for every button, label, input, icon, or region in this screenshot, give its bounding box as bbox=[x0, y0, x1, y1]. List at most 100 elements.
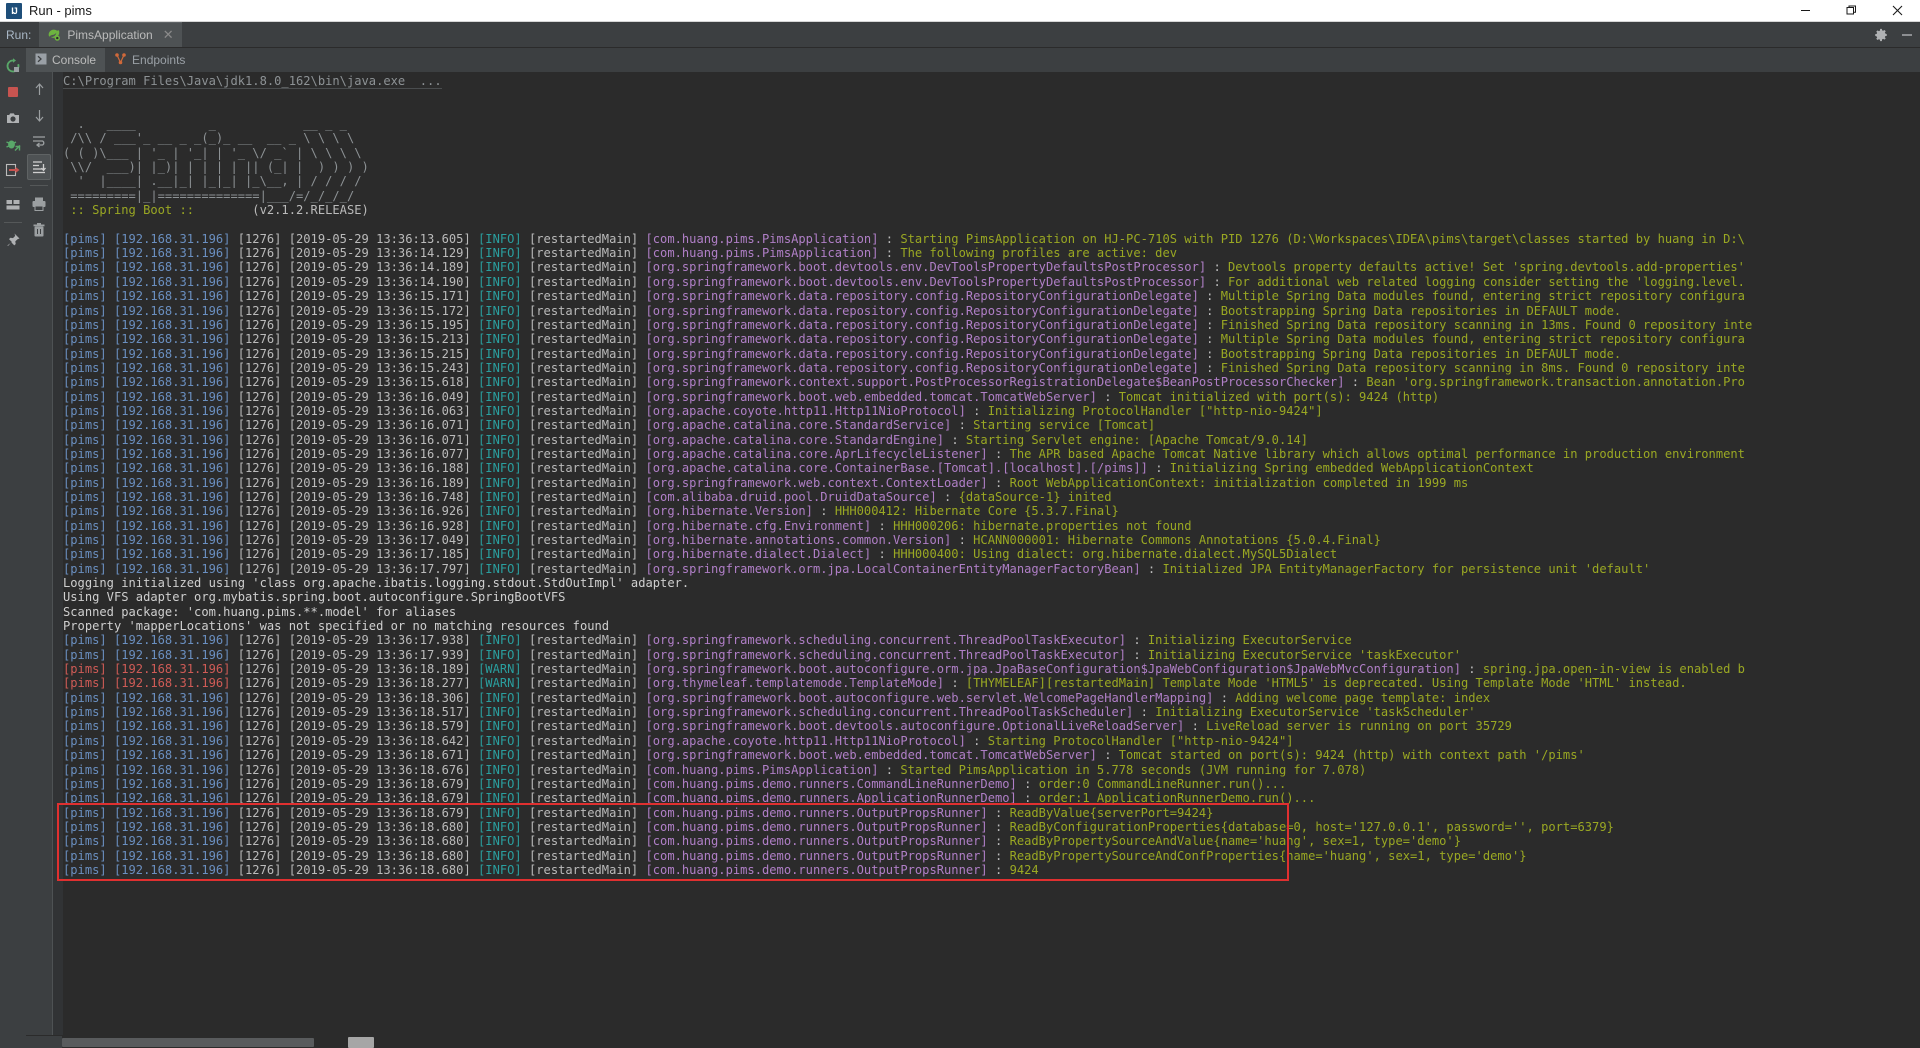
console-log-line: [pims] [192.168.31.196] [1276] [2019-05-… bbox=[63, 274, 1745, 289]
console-line: Scanned package: 'com.huang.pims.**.mode… bbox=[63, 604, 457, 619]
console-line: Logging initialized using 'class org.apa… bbox=[63, 576, 690, 591]
console-log-line: [pims] [192.168.31.196] [1276] [2019-05-… bbox=[63, 303, 1622, 318]
console-log-line: [pims] [192.168.31.196] [1276] [2019-05-… bbox=[63, 547, 1338, 562]
resume-program-icon[interactable] bbox=[0, 157, 26, 183]
console-log-line: [pims] [192.168.31.196] [1276] [2019-05-… bbox=[63, 834, 1461, 849]
console-banner-footer: :: Spring Boot :: (v2.1.2.RELEASE) bbox=[63, 203, 369, 218]
tab-console[interactable]: Console bbox=[26, 48, 106, 72]
console-log-line: [pims] [192.168.31.196] [1276] [2019-05-… bbox=[63, 805, 1214, 820]
arrow-down-icon[interactable] bbox=[27, 102, 51, 128]
intellij-idea-icon: IJ bbox=[6, 2, 22, 19]
console-icon bbox=[35, 53, 47, 68]
console-log-line: [pims] [192.168.31.196] [1276] [2019-05-… bbox=[63, 389, 1440, 404]
console-line: \\/ ___)| |_)| | | | | || (_| | ) ) ) ) bbox=[63, 160, 369, 175]
console-log-line: [pims] [192.168.31.196] [1276] [2019-05-… bbox=[63, 375, 1745, 390]
close-icon[interactable]: ✕ bbox=[159, 27, 174, 43]
console-text[interactable]: C:\Program Files\Java\jdk1.8.0_162\bin\j… bbox=[63, 72, 1920, 1035]
pin-icon[interactable] bbox=[0, 227, 26, 253]
console-log-line: [pims] [192.168.31.196] [1276] [2019-05-… bbox=[63, 332, 1745, 347]
scroll-to-end-icon[interactable] bbox=[27, 154, 51, 180]
console-column: Console Endpoints C:\Program Files\Java\… bbox=[26, 48, 1920, 1048]
console-log-line: [pims] [192.168.31.196] [1276] [2019-05-… bbox=[63, 662, 1745, 677]
tab-console-label: Console bbox=[52, 53, 97, 67]
toolbar-divider-2 bbox=[4, 222, 22, 223]
run-tool-window-body: Console Endpoints C:\Program Files\Java\… bbox=[0, 48, 1920, 1048]
tab-endpoints[interactable]: Endpoints bbox=[105, 48, 194, 72]
console-log-line: [pims] [192.168.31.196] [1276] [2019-05-… bbox=[63, 705, 1476, 720]
console-line: Using VFS adapter org.mybatis.spring.boo… bbox=[63, 590, 566, 605]
camera-icon[interactable] bbox=[0, 105, 26, 131]
console-log-line: [pims] [192.168.31.196] [1276] [2019-05-… bbox=[63, 776, 1287, 791]
run-actions-toolbar bbox=[0, 48, 26, 1048]
window-close-button[interactable] bbox=[1874, 0, 1920, 22]
console-line: . ____ _ __ _ _ bbox=[63, 117, 347, 132]
window-minimize-button[interactable] bbox=[1782, 0, 1828, 22]
layout-panels-icon[interactable] bbox=[0, 192, 26, 218]
tab-endpoints-label: Endpoints bbox=[132, 53, 186, 67]
scrollbar-thumb-secondary[interactable] bbox=[348, 1037, 374, 1048]
console-log-line: [pims] [192.168.31.196] [1276] [2019-05-… bbox=[63, 504, 1119, 519]
console-log-line: [pims] [192.168.31.196] [1276] [2019-05-… bbox=[63, 848, 1527, 863]
console-log-line: [pims] [192.168.31.196] [1276] [2019-05-… bbox=[63, 791, 1316, 806]
run-bar-spacer bbox=[182, 22, 1868, 47]
window-maximize-button[interactable] bbox=[1828, 0, 1874, 22]
console-side-toolbar bbox=[26, 72, 52, 1035]
horizontal-scrollbar[interactable] bbox=[26, 1035, 1920, 1048]
hide-tool-window-icon[interactable] bbox=[1894, 22, 1920, 47]
console-log-line: [pims] [192.168.31.196] [1276] [2019-05-… bbox=[63, 418, 1156, 433]
console-line: =========|_|==============|___/=/_/_/_/ bbox=[63, 188, 355, 203]
console-log-line: [pims] [192.168.31.196] [1276] [2019-05-… bbox=[63, 446, 1745, 461]
endpoints-icon bbox=[114, 52, 127, 68]
trash-icon[interactable] bbox=[27, 217, 51, 243]
console-log-line: [pims] [192.168.31.196] [1276] [2019-05-… bbox=[63, 346, 1622, 361]
console-line: ( ( )\___ | '_ | '_| | '_ \/ _` | \ \ \ … bbox=[63, 145, 362, 160]
console-line: ' |____| .__|_| |_|_| |_\__, | / / / / bbox=[63, 174, 362, 189]
console-log-line: [pims] [192.168.31.196] [1276] [2019-05-… bbox=[63, 690, 1491, 705]
console-log-line: [pims] [192.168.31.196] [1276] [2019-05-… bbox=[63, 403, 1323, 418]
console-command-line: C:\Program Files\Java\jdk1.8.0_162\bin\j… bbox=[63, 74, 442, 90]
console-line: /\\ / ___'_ __ _ _(_)_ __ __ _ \ \ \ \ bbox=[63, 131, 355, 146]
console-log-line: [pims] [192.168.31.196] [1276] [2019-05-… bbox=[63, 432, 1309, 447]
run-label: Run: bbox=[6, 27, 32, 42]
rerun-button[interactable] bbox=[0, 53, 26, 79]
console-log-line: [pims] [192.168.31.196] [1276] [2019-05-… bbox=[63, 489, 1112, 504]
printer-icon[interactable] bbox=[27, 191, 51, 217]
console-log-line: [pims] [192.168.31.196] [1276] [2019-05-… bbox=[63, 317, 1753, 332]
console-log-line: [pims] [192.168.31.196] [1276] [2019-05-… bbox=[63, 862, 1039, 877]
console-log-line: [pims] [192.168.31.196] [1276] [2019-05-… bbox=[63, 819, 1614, 834]
console-log-line: [pims] [192.168.31.196] [1276] [2019-05-… bbox=[63, 676, 1687, 691]
debug-attach-icon[interactable] bbox=[0, 131, 26, 157]
console-log-line: [pims] [192.168.31.196] [1276] [2019-05-… bbox=[63, 461, 1534, 476]
console-log-line: [pims] [192.168.31.196] [1276] [2019-05-… bbox=[63, 475, 1469, 490]
console-log-line: [pims] [192.168.31.196] [1276] [2019-05-… bbox=[63, 533, 1381, 547]
window-title: Run - pims bbox=[29, 3, 92, 18]
gear-icon[interactable] bbox=[1868, 22, 1894, 47]
console-tab-strip: Console Endpoints bbox=[26, 48, 1920, 72]
console-body: C:\Program Files\Java\jdk1.8.0_162\bin\j… bbox=[26, 72, 1920, 1035]
console-output-area[interactable]: C:\Program Files\Java\jdk1.8.0_162\bin\j… bbox=[52, 72, 1920, 1035]
console-log-line: [pims] [192.168.31.196] [1276] [2019-05-… bbox=[63, 748, 1585, 763]
console-line: Property 'mapperLocations' was not speci… bbox=[63, 619, 610, 634]
console-log-line: [pims] [192.168.31.196] [1276] [2019-05-… bbox=[63, 518, 1192, 533]
console-log-line: [pims] [192.168.31.196] [1276] [2019-05-… bbox=[63, 260, 1745, 275]
window-title-bar: IJ Run - pims bbox=[0, 0, 1920, 22]
console-gutter bbox=[53, 72, 63, 1035]
console-log-line: [pims] [192.168.31.196] [1276] [2019-05-… bbox=[63, 719, 1512, 734]
side-toolbar-divider bbox=[30, 185, 48, 186]
console-log-line: [pims] [192.168.31.196] [1276] [2019-05-… bbox=[63, 231, 1745, 246]
console-log-line: [pims] [192.168.31.196] [1276] [2019-05-… bbox=[63, 762, 1367, 777]
soft-wrap-icon[interactable] bbox=[27, 128, 51, 154]
scrollbar-thumb[interactable] bbox=[62, 1038, 314, 1047]
run-tool-window-header: Run: PimsApplication ✕ bbox=[0, 22, 1920, 48]
run-tab-pims-application[interactable]: PimsApplication ✕ bbox=[39, 22, 182, 47]
console-log-line: [pims] [192.168.31.196] [1276] [2019-05-… bbox=[63, 633, 1352, 648]
console-log-line: [pims] [192.168.31.196] [1276] [2019-05-… bbox=[63, 246, 1178, 261]
stop-button[interactable] bbox=[0, 79, 26, 105]
arrow-up-icon[interactable] bbox=[27, 76, 51, 102]
scrollbar-track[interactable] bbox=[62, 1036, 1920, 1048]
console-log-line: [pims] [192.168.31.196] [1276] [2019-05-… bbox=[63, 647, 1461, 662]
console-log-line: [pims] [192.168.31.196] [1276] [2019-05-… bbox=[63, 289, 1745, 304]
